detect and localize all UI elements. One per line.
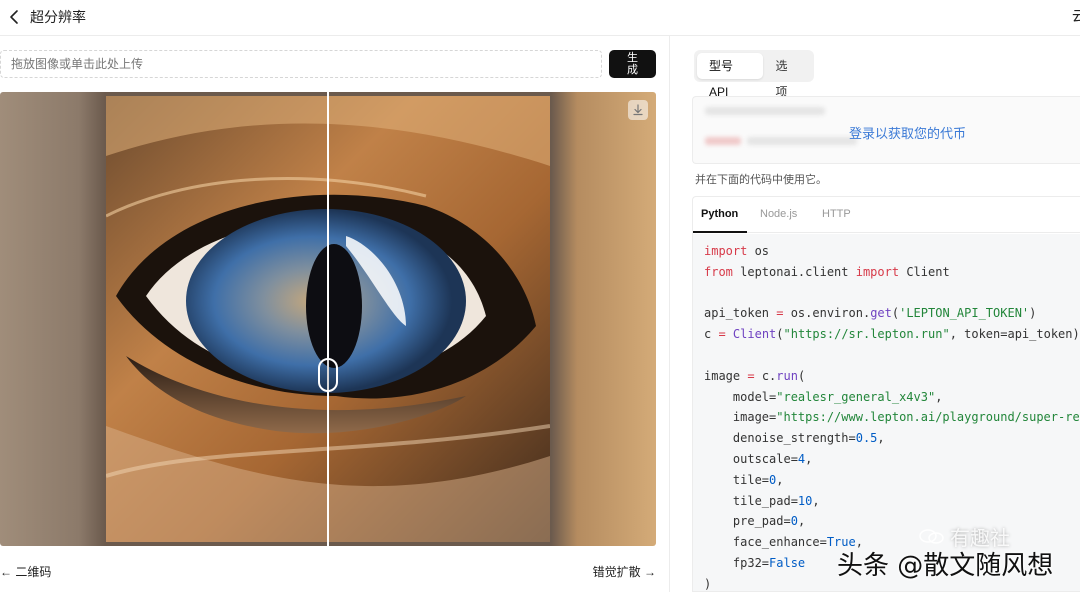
compare-divider	[327, 92, 329, 546]
code-tabs: Python Node.js HTTP	[693, 197, 1080, 233]
code-token: ,	[877, 431, 885, 446]
prev-demo-link[interactable]: ← 二维码	[0, 563, 51, 580]
token-box: 登录以获取您的代币	[692, 96, 1080, 164]
code-token: "https://sr.lepton.run"	[783, 327, 950, 342]
code-token: )	[704, 576, 712, 591]
code-line: image = c.run(	[704, 366, 1080, 387]
code-line: c = Client("https://sr.lepton.run", toke…	[704, 324, 1080, 345]
code-token: leptonai.client	[732, 264, 856, 279]
code-token: "https://www.lepton.ai/playground/super-…	[776, 410, 1080, 425]
code-card: Python Node.js HTTP import os from lepton…	[692, 196, 1080, 592]
code-line: import os	[704, 241, 1080, 262]
code-token: import	[855, 264, 900, 279]
code-token: os	[747, 244, 770, 258]
tab-model-api[interactable]: 型号API	[697, 53, 764, 99]
code-token: =	[747, 368, 755, 383]
code-token: pre_pad=	[704, 514, 791, 529]
compare-slider-handle[interactable]	[318, 358, 338, 392]
code-token: from	[704, 264, 733, 279]
code-token: tile=	[704, 472, 770, 487]
code-line: image="https://www.lepton.ai/playground/…	[704, 407, 1080, 428]
code-text: import os from leptonai.client import Cli…	[704, 241, 1080, 591]
left-panel: 生成	[0, 36, 668, 592]
generate-button[interactable]: 生成	[609, 50, 656, 78]
code-token: ,	[797, 514, 806, 529]
code-line: from leptonai.client import Client	[704, 262, 1080, 283]
code-token: face_enhance=	[704, 535, 827, 550]
segment-control: 型号API 选项	[694, 50, 814, 99]
upload-dropzone-input[interactable]	[0, 50, 602, 78]
right-panel: 型号API 选项 登录以获取您的代币 并在下面的代码中使用它。 Python N…	[669, 36, 1080, 592]
code-token: ,	[812, 493, 820, 508]
code-token: c.	[754, 368, 777, 383]
blurred-code	[705, 107, 825, 115]
code-token: =	[718, 327, 726, 342]
tab-options[interactable]: 选项	[763, 53, 811, 99]
code-token: )	[1029, 306, 1037, 321]
code-token: (	[776, 327, 784, 342]
page-title: 超分辨率	[30, 9, 86, 25]
code-token: 0	[790, 514, 798, 529]
code-line: outscale=4,	[704, 449, 1080, 470]
blurred-code	[705, 137, 741, 145]
token-hint: 并在下面的代码中使用它。	[695, 174, 827, 186]
code-token: False	[769, 555, 806, 570]
code-token: image	[704, 368, 748, 383]
code-token: ,	[805, 451, 813, 466]
back-arrow-icon[interactable]	[6, 8, 24, 26]
code-line: tile_pad=10,	[704, 491, 1080, 512]
tab-http[interactable]: HTTP	[822, 208, 851, 220]
top-bar: 超分辨率 云	[0, 0, 1080, 36]
code-line: tile=0,	[704, 470, 1080, 491]
code-token: outscale=	[704, 451, 798, 466]
code-token: Client	[732, 327, 777, 342]
code-token: fp32=	[704, 555, 770, 570]
code-token: model=	[704, 389, 777, 404]
tab-nodejs[interactable]: Node.js	[760, 208, 797, 220]
blurred-code	[747, 137, 857, 145]
code-token: image=	[704, 410, 777, 425]
code-token: run	[776, 368, 798, 383]
code-token: c	[704, 327, 719, 342]
code-token: api_token	[704, 306, 777, 321]
code-token: tile_pad=	[704, 493, 798, 508]
code-token: import	[704, 244, 748, 258]
code-line: denoise_strength=0.5,	[704, 428, 1080, 449]
image-compare-viewer[interactable]	[0, 92, 656, 546]
code-line: pre_pad=0,	[704, 511, 1080, 532]
download-button[interactable]	[628, 100, 648, 120]
code-token: (	[797, 368, 806, 383]
watermark-logo-icon	[919, 529, 944, 544]
code-token: 'LEPTON_API_TOKEN'	[899, 306, 1030, 321]
code-token: ,	[776, 472, 784, 487]
watermark-text: 头条 @散文随风想	[837, 551, 1054, 581]
code-token: denoise_strength=	[704, 431, 856, 446]
code-token: os.environ.	[783, 306, 871, 321]
code-line: model="realesr_general_x4v3",	[704, 387, 1080, 408]
code-token: ,	[935, 389, 943, 404]
tab-python[interactable]: Python	[701, 208, 738, 220]
code-token: "realesr_general_x4v3"	[776, 389, 936, 404]
code-line: api_token = os.environ.get('LEPTON_API_T…	[704, 303, 1080, 324]
code-token: , token=api_token)	[949, 327, 1080, 342]
download-icon	[633, 104, 643, 116]
next-demo-link[interactable]: 错觉扩散 →	[593, 563, 656, 580]
login-token-link[interactable]: 登录以获取您的代币	[849, 123, 966, 142]
code-token: 0.5	[855, 431, 878, 446]
code-token: Client	[899, 264, 950, 279]
active-tab-indicator	[693, 231, 747, 233]
header-right-text[interactable]: 云	[1072, 6, 1080, 26]
code-token: 10	[797, 493, 813, 508]
code-token: get	[870, 306, 892, 321]
code-block[interactable]: import os from leptonai.client import Cli…	[693, 234, 1080, 591]
